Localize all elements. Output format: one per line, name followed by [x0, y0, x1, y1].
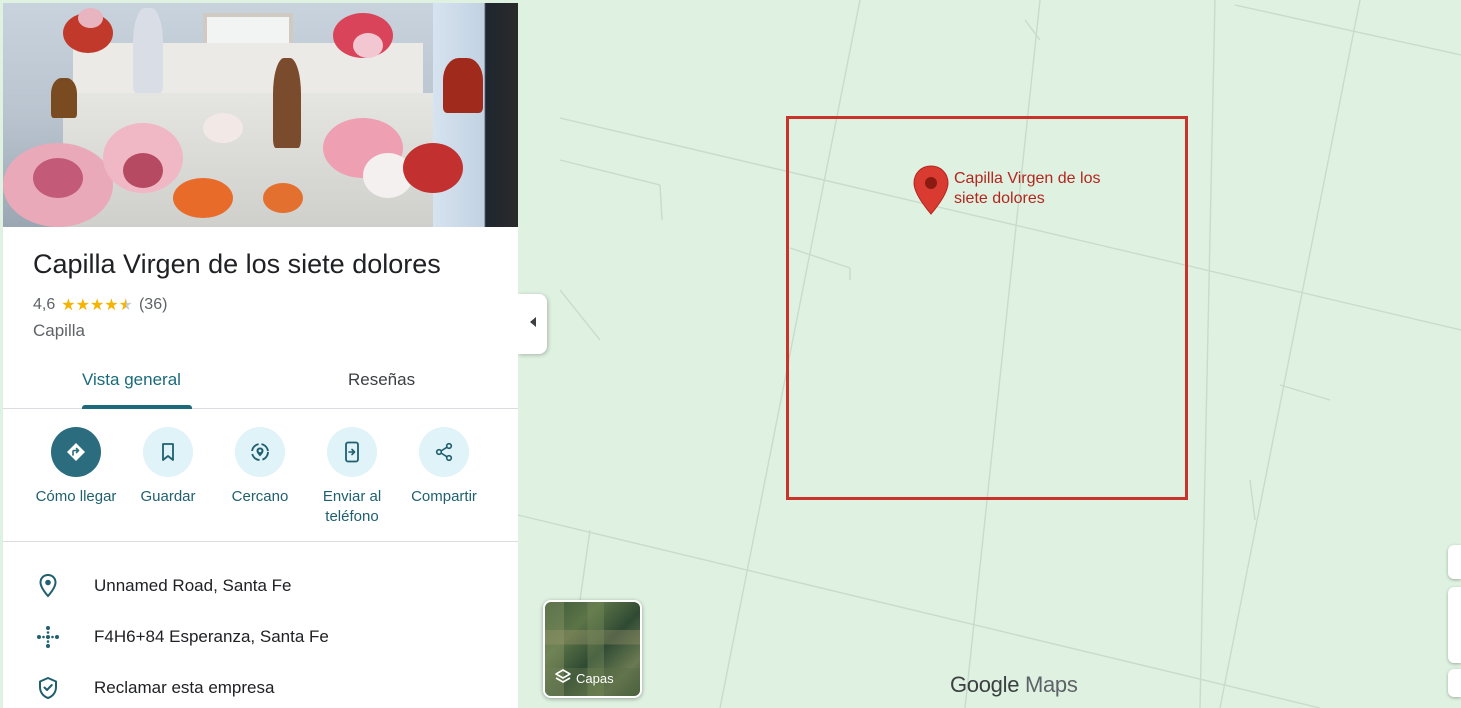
action-buttons: Cómo llegar Guardar Cercano Enviar al te…	[3, 410, 518, 542]
star-rating-icon: ★★★★★	[61, 297, 133, 314]
logo-maps-text: Maps	[1024, 672, 1078, 697]
send-to-phone-icon	[327, 427, 377, 477]
layers-icon	[555, 669, 571, 688]
map-pin-icon[interactable]	[913, 165, 949, 215]
plus-code-row[interactable]: F4H6+84 Esperanza, Santa Fe	[3, 615, 518, 659]
claim-business-text: Reclamar esta empresa	[94, 678, 275, 697]
rating-value: 4,6	[33, 296, 56, 313]
save-button[interactable]: Guardar	[118, 427, 218, 507]
send-to-phone-label: Enviar al teléfono	[322, 488, 382, 525]
map-control-button[interactable]	[1448, 669, 1461, 697]
share-icon	[419, 427, 469, 477]
send-to-phone-button[interactable]: Enviar al teléfono	[302, 427, 402, 527]
shield-check-icon	[35, 675, 61, 701]
tab-reviews[interactable]: Reseñas	[348, 370, 415, 390]
save-label: Guardar	[140, 488, 196, 505]
place-photo[interactable]	[3, 3, 518, 227]
address-text: Unnamed Road, Santa Fe	[94, 576, 292, 595]
tab-overview[interactable]: Vista general	[82, 370, 181, 390]
location-pin-icon	[35, 573, 61, 599]
place-title: Capilla Virgen de los siete dolores	[33, 249, 441, 279]
caret-left-icon	[528, 315, 538, 333]
nearby-button[interactable]: Cercano	[210, 427, 310, 507]
place-tabs: Vista general Reseñas	[3, 353, 518, 409]
collapse-panel-button[interactable]	[518, 294, 547, 354]
directions-label: Cómo llegar	[35, 488, 117, 505]
plus-code-text: F4H6+84 Esperanza, Santa Fe	[94, 627, 329, 646]
plus-code-icon	[35, 624, 61, 650]
map-marker-label[interactable]: Capilla Virgen de los siete dolores	[954, 169, 1114, 209]
rating-row: 4,6 ★★★★★ (36)	[33, 295, 167, 315]
share-label: Compartir	[411, 488, 477, 505]
place-category[interactable]: Capilla	[33, 321, 85, 341]
active-tab-indicator	[82, 405, 192, 409]
layers-label: Capas	[576, 671, 614, 686]
directions-icon	[51, 427, 101, 477]
zoom-controls[interactable]	[1448, 587, 1461, 663]
google-maps-logo: Google Maps	[950, 672, 1078, 698]
address-row[interactable]: Unnamed Road, Santa Fe	[3, 564, 518, 608]
bookmark-icon	[143, 427, 193, 477]
map-right-controls	[1448, 545, 1461, 697]
layers-button[interactable]: Capas	[543, 600, 642, 698]
directions-button[interactable]: Cómo llegar	[26, 427, 126, 507]
nearby-label: Cercano	[231, 488, 289, 505]
place-panel: Capilla Virgen de los siete dolores 4,6 …	[3, 3, 518, 708]
nearby-icon	[235, 427, 285, 477]
share-button[interactable]: Compartir	[394, 427, 494, 507]
logo-google-text: Google	[950, 672, 1020, 697]
map-control-button[interactable]	[1448, 545, 1461, 579]
review-count[interactable]: (36)	[139, 296, 167, 314]
claim-business-row[interactable]: Reclamar esta empresa	[3, 666, 518, 708]
